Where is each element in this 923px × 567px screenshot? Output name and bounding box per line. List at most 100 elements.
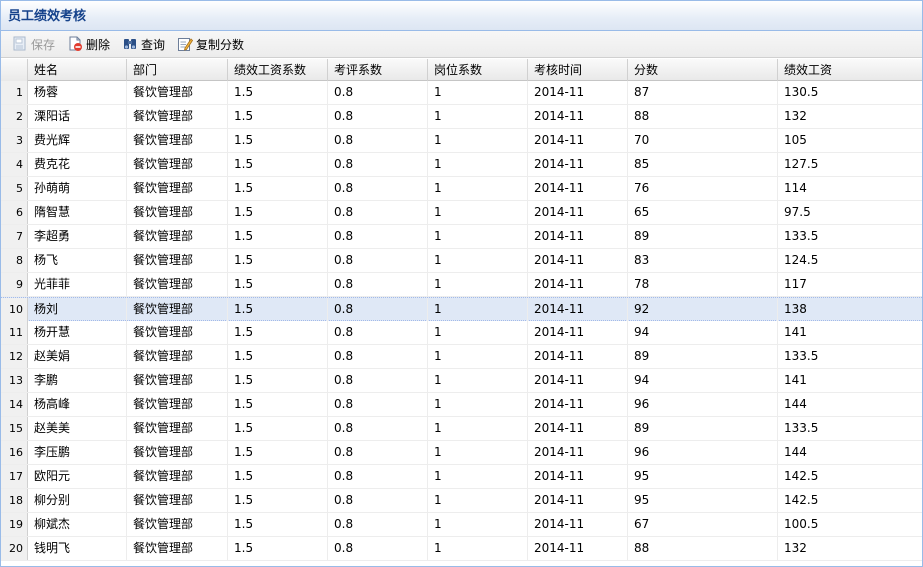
salary-coefficient-cell[interactable]: 1.5: [228, 513, 328, 536]
performance-pay-cell[interactable]: 144: [778, 393, 922, 416]
column-header-department[interactable]: 部门: [127, 59, 228, 81]
name-cell[interactable]: 欧阳元: [28, 465, 127, 488]
name-cell[interactable]: 隋智慧: [28, 201, 127, 224]
score-cell[interactable]: 70: [628, 129, 778, 152]
department-cell[interactable]: 餐饮管理部: [127, 201, 228, 224]
score-cell[interactable]: 95: [628, 465, 778, 488]
performance-pay-cell[interactable]: 133.5: [778, 417, 922, 440]
table-row[interactable]: 3 费光辉 餐饮管理部 1.5 0.8 1 2014-11 70 105: [1, 129, 922, 153]
assessment-time-cell[interactable]: 2014-11: [528, 489, 628, 512]
performance-pay-cell[interactable]: 141: [778, 369, 922, 392]
evaluation-coefficient-cell[interactable]: 0.8: [328, 393, 428, 416]
department-cell[interactable]: 餐饮管理部: [127, 537, 228, 560]
performance-pay-cell[interactable]: 141: [778, 321, 922, 344]
salary-coefficient-cell[interactable]: 1.5: [228, 177, 328, 200]
position-coefficient-cell[interactable]: 1: [428, 393, 528, 416]
assessment-time-cell[interactable]: 2014-11: [528, 177, 628, 200]
salary-coefficient-cell[interactable]: 1.5: [228, 441, 328, 464]
name-cell[interactable]: 柳斌杰: [28, 513, 127, 536]
department-cell[interactable]: 餐饮管理部: [127, 441, 228, 464]
evaluation-coefficient-cell[interactable]: 0.8: [328, 441, 428, 464]
evaluation-coefficient-cell[interactable]: 0.8: [328, 489, 428, 512]
performance-pay-cell[interactable]: 132: [778, 537, 922, 560]
assessment-time-cell[interactable]: 2014-11: [528, 321, 628, 344]
evaluation-coefficient-cell[interactable]: 0.8: [328, 201, 428, 224]
name-cell[interactable]: 李超勇: [28, 225, 127, 248]
score-cell[interactable]: 76: [628, 177, 778, 200]
performance-pay-cell[interactable]: 133.5: [778, 345, 922, 368]
evaluation-coefficient-cell[interactable]: 0.8: [328, 177, 428, 200]
save-button[interactable]: 保存: [10, 33, 57, 55]
salary-coefficient-cell[interactable]: 1.5: [228, 345, 328, 368]
position-coefficient-cell[interactable]: 1: [428, 369, 528, 392]
evaluation-coefficient-cell[interactable]: 0.8: [328, 513, 428, 536]
performance-pay-cell[interactable]: 100.5: [778, 513, 922, 536]
column-header-position-coefficient[interactable]: 岗位系数: [428, 59, 528, 81]
department-cell[interactable]: 餐饮管理部: [127, 177, 228, 200]
table-row[interactable]: 9 光菲菲 餐饮管理部 1.5 0.8 1 2014-11 78 117: [1, 273, 922, 297]
score-cell[interactable]: 83: [628, 249, 778, 272]
position-coefficient-cell[interactable]: 1: [428, 489, 528, 512]
department-cell[interactable]: 餐饮管理部: [127, 298, 228, 321]
table-row[interactable]: 13 李鹏 餐饮管理部 1.5 0.8 1 2014-11 94 141: [1, 369, 922, 393]
evaluation-coefficient-cell[interactable]: 0.8: [328, 249, 428, 272]
column-header-salary-coefficient[interactable]: 绩效工资系数: [228, 59, 328, 81]
name-cell[interactable]: 费光辉: [28, 129, 127, 152]
assessment-time-cell[interactable]: 2014-11: [528, 81, 628, 104]
score-cell[interactable]: 96: [628, 441, 778, 464]
position-coefficient-cell[interactable]: 1: [428, 321, 528, 344]
assessment-time-cell[interactable]: 2014-11: [528, 129, 628, 152]
performance-pay-cell[interactable]: 132: [778, 105, 922, 128]
assessment-time-cell[interactable]: 2014-11: [528, 369, 628, 392]
table-row[interactable]: 20 钱明飞 餐饮管理部 1.5 0.8 1 2014-11 88 132: [1, 537, 922, 561]
performance-pay-cell[interactable]: 117: [778, 273, 922, 296]
score-cell[interactable]: 87: [628, 81, 778, 104]
position-coefficient-cell[interactable]: 1: [428, 201, 528, 224]
performance-pay-cell[interactable]: 138: [778, 298, 922, 321]
evaluation-coefficient-cell[interactable]: 0.8: [328, 129, 428, 152]
department-cell[interactable]: 餐饮管理部: [127, 153, 228, 176]
assessment-time-cell[interactable]: 2014-11: [528, 298, 628, 321]
evaluation-coefficient-cell[interactable]: 0.8: [328, 537, 428, 560]
department-cell[interactable]: 餐饮管理部: [127, 369, 228, 392]
salary-coefficient-cell[interactable]: 1.5: [228, 489, 328, 512]
position-coefficient-cell[interactable]: 1: [428, 441, 528, 464]
performance-pay-cell[interactable]: 105: [778, 129, 922, 152]
table-row[interactable]: 18 柳分别 餐饮管理部 1.5 0.8 1 2014-11 95 142.5: [1, 489, 922, 513]
department-cell[interactable]: 餐饮管理部: [127, 465, 228, 488]
salary-coefficient-cell[interactable]: 1.5: [228, 465, 328, 488]
table-row[interactable]: 7 李超勇 餐饮管理部 1.5 0.8 1 2014-11 89 133.5: [1, 225, 922, 249]
position-coefficient-cell[interactable]: 1: [428, 417, 528, 440]
evaluation-coefficient-cell[interactable]: 0.8: [328, 298, 428, 321]
column-header-score[interactable]: 分数: [628, 59, 778, 81]
department-cell[interactable]: 餐饮管理部: [127, 513, 228, 536]
department-cell[interactable]: 餐饮管理部: [127, 321, 228, 344]
name-cell[interactable]: 孙萌萌: [28, 177, 127, 200]
salary-coefficient-cell[interactable]: 1.5: [228, 298, 328, 321]
score-cell[interactable]: 94: [628, 369, 778, 392]
name-cell[interactable]: 杨蓉: [28, 81, 127, 104]
table-row[interactable]: 6 隋智慧 餐饮管理部 1.5 0.8 1 2014-11 65 97.5: [1, 201, 922, 225]
table-row[interactable]: 17 欧阳元 餐饮管理部 1.5 0.8 1 2014-11 95 142.5: [1, 465, 922, 489]
assessment-time-cell[interactable]: 2014-11: [528, 393, 628, 416]
evaluation-coefficient-cell[interactable]: 0.8: [328, 225, 428, 248]
assessment-time-cell[interactable]: 2014-11: [528, 345, 628, 368]
department-cell[interactable]: 餐饮管理部: [127, 489, 228, 512]
table-row[interactable]: 14 杨高峰 餐饮管理部 1.5 0.8 1 2014-11 96 144: [1, 393, 922, 417]
salary-coefficient-cell[interactable]: 1.5: [228, 249, 328, 272]
name-cell[interactable]: 杨开慧: [28, 321, 127, 344]
assessment-time-cell[interactable]: 2014-11: [528, 153, 628, 176]
evaluation-coefficient-cell[interactable]: 0.8: [328, 465, 428, 488]
evaluation-coefficient-cell[interactable]: 0.8: [328, 273, 428, 296]
table-row[interactable]: 2 溧阳话 餐饮管理部 1.5 0.8 1 2014-11 88 132: [1, 105, 922, 129]
evaluation-coefficient-cell[interactable]: 0.8: [328, 345, 428, 368]
name-cell[interactable]: 杨刘: [28, 298, 127, 321]
score-cell[interactable]: 89: [628, 417, 778, 440]
score-cell[interactable]: 88: [628, 537, 778, 560]
evaluation-coefficient-cell[interactable]: 0.8: [328, 321, 428, 344]
salary-coefficient-cell[interactable]: 1.5: [228, 81, 328, 104]
name-cell[interactable]: 光菲菲: [28, 273, 127, 296]
position-coefficient-cell[interactable]: 1: [428, 249, 528, 272]
performance-pay-cell[interactable]: 130.5: [778, 81, 922, 104]
column-header-evaluation-coefficient[interactable]: 考评系数: [328, 59, 428, 81]
